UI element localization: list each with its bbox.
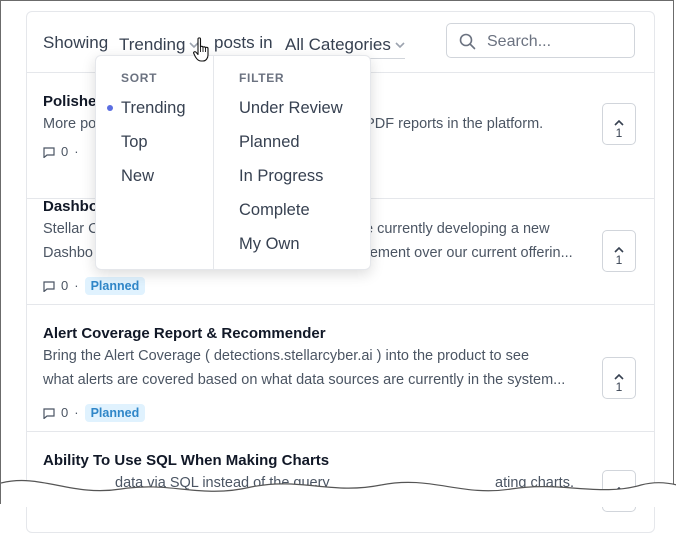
filter-option-planned[interactable]: Planned [239,133,300,152]
post-description-line: Bring the Alert Coverage ( detections.st… [43,348,530,364]
filter-option-complete[interactable]: Complete [239,201,310,220]
upvote-button[interactable]: 1 [602,357,636,399]
sort-option-new[interactable]: New [121,167,154,186]
sort-option-trending[interactable]: Trending [121,99,186,118]
vote-count: 1 [615,380,623,394]
post-description-line: rement over our current offerin... [365,245,573,261]
sort-heading: SORT [121,71,158,85]
chevron-down-icon [395,33,405,53]
comment-count: 0 [61,144,69,159]
torn-edge [1,479,676,507]
sort-option-top[interactable]: Top [121,133,148,152]
selected-indicator [107,105,113,111]
screenshot-frame: Showing Trending posts in All Categories… [0,0,676,533]
comment-icon [43,280,55,295]
meta-separator: · [74,144,79,159]
post-description-line: g PDF reports in the platform. [353,116,544,132]
post-title[interactable]: Dashbo [43,198,98,215]
meta-separator: · [74,278,79,293]
category-select-value: All Categories [285,35,391,54]
sort-filter-dropdown: SORT Trending Top New FILTER Under Revie… [95,55,371,270]
hand-cursor-icon [193,37,211,68]
search-box[interactable] [446,23,635,58]
filter-option-under-review[interactable]: Under Review [239,99,343,118]
filter-heading: FILTER [239,71,285,85]
post-description-tail: e currently developing a new rement over… [365,217,585,265]
post-meta: 0 · Planned [43,277,146,295]
post-meta: 0 · Planned [43,404,146,422]
post-description: Bring the Alert Coverage ( detections.st… [43,344,588,392]
vote-count: 1 [615,126,623,140]
post-description-tail: g PDF reports in the platform. [353,112,593,136]
search-icon [459,33,476,55]
post-title[interactable]: Ability To Use SQL When Making Charts [43,452,329,469]
comment-count: 0 [61,405,69,420]
post-item[interactable]: Alert Coverage Report & Recommender Brin… [27,304,654,432]
filter-option-in-progress[interactable]: In Progress [239,167,323,186]
status-badge: Planned [84,404,146,422]
upvote-button[interactable]: 1 [602,230,636,272]
post-description-line: what alerts are covered based on what da… [43,372,566,388]
showing-label: Showing [43,33,109,52]
meta-separator: · [74,405,79,420]
sort-select-value: Trending [119,35,186,54]
post-description-line: e currently developing a new [365,221,550,237]
comment-icon [43,146,55,161]
comment-count: 0 [61,278,69,293]
post-description-line: More po [43,116,97,132]
comment-icon [43,407,55,422]
dropdown-divider [213,56,214,269]
search-input[interactable] [485,30,629,54]
post-title[interactable]: Alert Coverage Report & Recommender [43,325,326,342]
filter-option-my-own[interactable]: My Own [239,235,300,254]
status-badge: Planned [84,277,146,295]
post-meta: 0 · [43,144,85,161]
upvote-button[interactable]: 1 [602,103,636,145]
vote-count: 1 [615,253,623,267]
posts-in-label: posts in [214,33,273,52]
